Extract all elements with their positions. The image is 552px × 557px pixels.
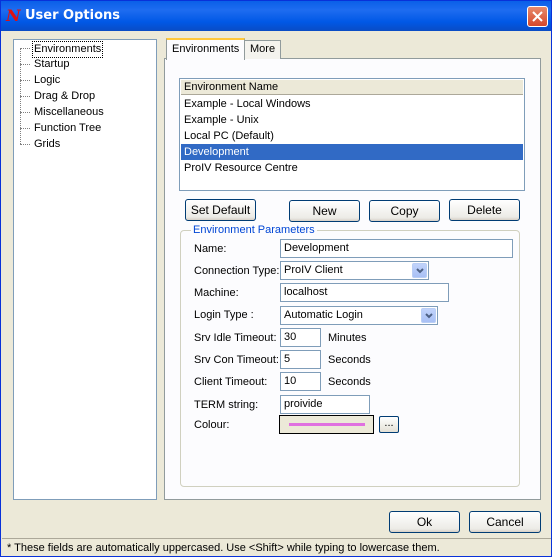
chevron-down-icon: [416, 268, 424, 274]
term-string-label: TERM string:: [194, 399, 259, 411]
tree-item-label: Miscellaneous: [34, 106, 104, 118]
tree-item-label: Startup: [34, 58, 70, 70]
dropdown-button[interactable]: [421, 308, 436, 323]
name-field[interactable]: Development: [280, 239, 513, 258]
machine-field[interactable]: localhost: [280, 283, 449, 302]
user-options-window: N User Options Environments Startup Logi…: [0, 0, 552, 557]
connection-type-select[interactable]: ProIV Client: [280, 261, 429, 280]
cancel-button[interactable]: Cancel: [469, 511, 541, 533]
tree-connector: [20, 64, 30, 65]
tree-item-label: Grids: [34, 138, 61, 150]
set-default-button[interactable]: Set Default: [185, 199, 256, 221]
colour-field[interactable]: [279, 415, 374, 434]
list-item-selected[interactable]: Development: [181, 144, 523, 160]
login-type-label: Login Type :: [194, 309, 254, 321]
copy-button[interactable]: Copy: [369, 200, 440, 222]
srv-idle-timeout-field[interactable]: 30: [280, 328, 321, 347]
seconds-unit: Seconds: [328, 354, 371, 366]
connection-type-label: Connection Type:: [194, 265, 280, 277]
login-type-select[interactable]: Automatic Login: [280, 306, 438, 325]
options-tree[interactable]: Environments Startup Logic Drag & Drop M…: [13, 39, 157, 500]
colour-swatch: [289, 423, 365, 426]
tree-connector: [20, 48, 30, 49]
status-text: * These fields are automatically upperca…: [7, 542, 440, 554]
term-string-field[interactable]: proivide: [280, 395, 370, 414]
list-item[interactable]: ProIV Resource Centre: [181, 160, 523, 176]
title-bar[interactable]: N User Options: [1, 1, 551, 31]
connection-type-value: ProIV Client: [284, 264, 343, 276]
new-button[interactable]: New: [289, 200, 360, 222]
list-item[interactable]: Example - Local Windows: [181, 96, 523, 112]
group-title: Environment Parameters: [191, 224, 317, 236]
list-item[interactable]: Local PC (Default): [181, 128, 523, 144]
minutes-unit: Minutes: [328, 332, 367, 344]
tree-connector: [20, 128, 30, 129]
tree-item-label: Drag & Drop: [34, 90, 96, 102]
tree-item-label: Function Tree: [34, 122, 102, 134]
srv-idle-timeout-label: Srv Idle Timeout:: [194, 332, 277, 344]
tree-connector: [20, 80, 30, 81]
status-divider: [2, 538, 551, 539]
dropdown-button[interactable]: [412, 263, 427, 278]
srv-con-timeout-field[interactable]: 5: [280, 350, 321, 369]
tab-environments[interactable]: Environments: [166, 38, 246, 60]
tree-connector: [20, 96, 30, 97]
tree-item-label: Environments: [32, 41, 104, 58]
client-timeout-field[interactable]: 10: [280, 372, 321, 391]
name-label: Name:: [194, 243, 227, 255]
machine-label: Machine:: [194, 287, 239, 299]
colour-label: Colour:: [194, 419, 230, 431]
close-icon: [532, 11, 543, 22]
window-title: User Options: [25, 8, 120, 23]
column-header-environment-name[interactable]: Environment Name: [181, 80, 523, 95]
login-type-value: Automatic Login: [284, 309, 363, 321]
tab-more[interactable]: More: [244, 40, 282, 59]
colour-picker-button[interactable]: ...: [379, 416, 399, 433]
tree-connector: [20, 144, 30, 145]
list-item[interactable]: Example - Unix: [181, 112, 523, 128]
tree-item-label: Logic: [34, 74, 61, 86]
srv-con-timeout-label: Srv Con Timeout:: [194, 354, 279, 366]
chevron-down-icon: [425, 313, 433, 319]
environment-list[interactable]: Environment Name Example - Local Windows…: [179, 78, 525, 191]
client-timeout-label: Client Timeout:: [194, 376, 268, 388]
seconds-unit: Seconds: [328, 376, 371, 388]
close-button[interactable]: [527, 6, 548, 27]
tree-connector: [20, 112, 30, 113]
ok-button[interactable]: Ok: [389, 511, 460, 533]
delete-button[interactable]: Delete: [449, 199, 520, 221]
proiv-icon: N: [6, 6, 21, 25]
